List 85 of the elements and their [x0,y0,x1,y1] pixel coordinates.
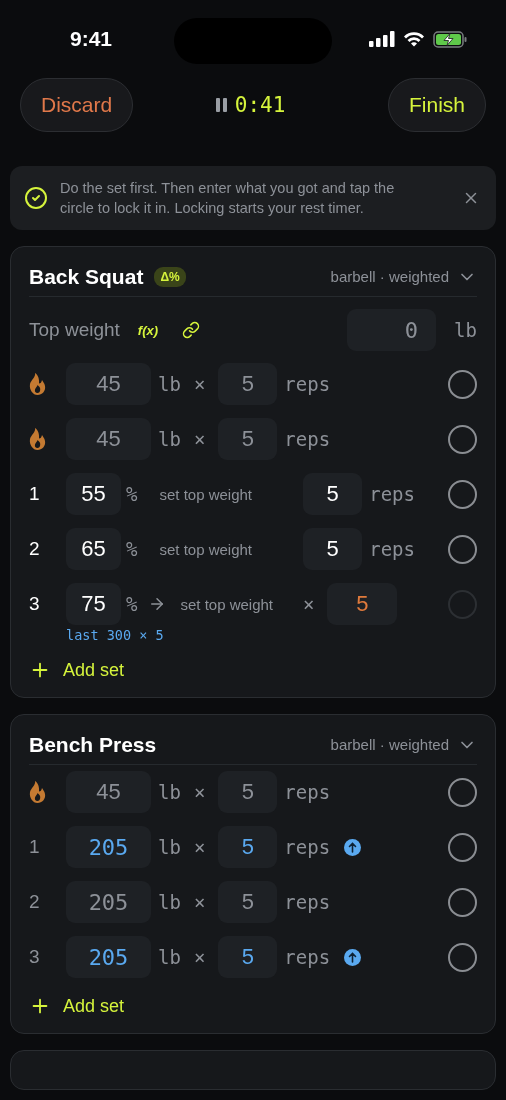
arrow-up-circle-icon [344,948,362,966]
flame-icon [29,781,46,803]
flame-icon [29,428,46,450]
reps-label: reps [369,483,415,505]
reps-label: reps [284,373,331,395]
times-sign: × [303,593,315,615]
target-label: set top weight [159,540,252,558]
exercise-badge: Δ% [154,266,186,287]
status-time: 9:41 [70,27,113,51]
unit-label: lb [158,373,181,395]
percent-sign: % [126,483,138,505]
signal-icon [369,31,395,47]
percent-sign: % [126,538,138,560]
complete-set-toggle[interactable] [448,534,477,564]
exercise-meta: barbell · weighted [330,268,449,285]
reps-field[interactable]: 5 [303,528,363,570]
unit-label: lb [158,891,181,913]
top-weight-label: Top weight [29,319,120,341]
complete-set-toggle[interactable] [448,369,477,399]
finish-button[interactable]: Finish [387,78,486,132]
set-number: 2 [29,538,41,560]
wifi-icon [403,31,425,47]
reps-label: reps [284,836,331,858]
last-result-note: last 300 × 5 [66,627,165,643]
target-label: set top weight [159,485,252,503]
reps-field[interactable]: 5 [218,826,278,868]
reps-field[interactable]: 5 [218,936,278,978]
add-set-button[interactable]: Add set [29,991,125,1017]
exercise-name: Bench Press [29,732,157,757]
weight-field[interactable]: 45 [66,363,151,405]
times-sign: × [193,781,206,803]
reps-label: reps [284,946,331,968]
reps-field[interactable]: 5 [218,363,278,405]
complete-set-toggle[interactable] [448,887,477,917]
percent-field[interactable]: 65 [66,528,121,570]
set-number: 3 [29,593,41,615]
weight-field[interactable]: 205 [66,881,151,923]
weight-field[interactable]: 45 [66,418,151,460]
discard-button[interactable]: Discard [20,78,134,132]
reps-label: reps [284,781,331,803]
exercise-meta: barbell · weighted [330,736,449,753]
pause-icon[interactable] [215,98,227,112]
reps-field[interactable]: 5 [303,473,363,515]
unit-label: lb [158,781,181,803]
weight-field[interactable]: 205 [66,936,151,978]
battery-charging-icon [433,30,468,48]
set-number: 1 [29,836,41,858]
reps-field[interactable]: 5 [218,771,278,813]
unit-label: lb [454,319,477,341]
tip-text: Do the set first. Then enter what you got and tap the circle to lock it in. Locking starts your rest timer. [60,179,396,218]
check-circle-icon [24,186,48,210]
formula-button[interactable]: f(x) [137,322,159,338]
complete-set-toggle[interactable] [448,942,477,972]
complete-set-toggle[interactable] [448,777,477,807]
set-number: 1 [29,483,41,505]
complete-set-toggle[interactable] [448,832,477,862]
flame-icon [29,373,46,395]
workout-timer: 0:41 [234,93,286,117]
times-sign: × [193,891,206,913]
reps-field[interactable]: 5 [218,881,278,923]
percent-sign: % [126,593,138,615]
top-weight-field[interactable]: 0 [347,309,437,351]
times-sign: × [193,946,206,968]
reps-label: reps [369,538,415,560]
times-sign: × [193,373,206,395]
unit-label: lb [158,946,181,968]
percent-field[interactable]: 55 [66,473,121,515]
weight-field[interactable]: 205 [66,826,151,868]
unit-label: lb [158,836,181,858]
set-number: 2 [29,891,41,913]
reps-field[interactable]: 5 [218,418,278,460]
complete-set-toggle[interactable] [448,424,477,454]
link-icon[interactable] [182,321,201,339]
set-number: 3 [29,946,41,968]
reps-label: reps [284,428,331,450]
target-label: set top weight [180,595,273,613]
reps-label: reps [284,891,331,913]
weight-field[interactable]: 45 [66,771,151,813]
times-sign: × [193,428,206,450]
complete-set-toggle[interactable] [448,479,477,509]
times-sign: × [193,836,206,858]
unit-label: lb [158,428,181,450]
add-set-button[interactable]: Add set [29,655,125,681]
exercise-name: Back Squat [29,264,144,289]
arrow-up-circle-icon [344,838,362,856]
